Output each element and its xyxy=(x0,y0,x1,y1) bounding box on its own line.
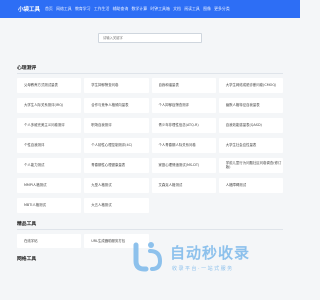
tool-card[interactable]: 大学生人际关系测评(IRQ) xyxy=(17,98,82,113)
nav-item-more[interactable]: 更多分类 xyxy=(214,6,230,12)
nav-item-math[interactable]: 数学计算 xyxy=(132,6,148,12)
tool-card[interactable]: 个性自我测评 xyxy=(17,138,82,153)
tool-card[interactable]: 个人多维完美主义问卷测评 xyxy=(17,118,82,133)
tool-card[interactable]: 职场自我测评 xyxy=(84,118,149,133)
tool-card[interactable]: 幽默人格特征自我量表 xyxy=(218,98,283,113)
nav-item-image[interactable]: 图像 xyxy=(203,6,211,12)
tool-card[interactable]: 个人能力测试 xyxy=(17,158,82,173)
section-divider xyxy=(17,228,283,230)
search-input[interactable] xyxy=(98,33,202,43)
tool-card[interactable]: 合作与竞争人格倾向量表 xyxy=(84,98,149,113)
tool-card[interactable]: MBTI人格测试 xyxy=(17,198,82,213)
watermark-title: 自动秒收录 xyxy=(170,244,251,262)
nav-item-home[interactable]: 首页 xyxy=(45,6,53,12)
tool-card[interactable]: 父母教养方式测试量表 xyxy=(17,78,82,93)
nav-item-education[interactable]: 教育学习 xyxy=(75,6,91,12)
tool-card[interactable]: 人格障碍测试 xyxy=(218,178,283,193)
watermark-subtitle: 收录平台·一站式服务 xyxy=(172,266,234,272)
main-nav: 首页 网络工具 教育学习 工作生活 辅助查询 数学计算 时钟工具箱 文档 阅读工… xyxy=(45,6,233,12)
site-logo[interactable]: 小袋工具 xyxy=(18,5,40,13)
section-divider xyxy=(17,73,283,74)
nav-item-docs[interactable]: 文档 xyxy=(173,6,181,12)
tool-card[interactable]: 家庭心理情绪测试(MS-DT) xyxy=(151,158,216,173)
nav-item-reading[interactable]: 阅读工具 xyxy=(184,6,200,12)
tool-card[interactable]: 个人抑郁症筛查测评 xyxy=(151,98,216,113)
psych-tool-grid: 父母教养方式测试量表 学生抑郁筛查问卷 自我和谐量表 大学生网络成瘾诊断问卷(C… xyxy=(17,78,283,213)
tool-card[interactable]: 自我效能感量表(QASD) xyxy=(218,118,283,133)
tool-card[interactable]: 学前儿童行为问题社区问卷调查(修订版) xyxy=(218,158,283,173)
tool-card[interactable]: 青少年非理性信念(ATQ-R) xyxy=(151,118,216,133)
section-title-featured: 精品工具 xyxy=(17,221,37,227)
tool-card[interactable]: 大学生社会应性量表 xyxy=(218,138,283,153)
tool-card[interactable]: 在线字帖 xyxy=(17,233,82,248)
section-title-psych: 心理测评 xyxy=(17,66,37,71)
tool-card[interactable]: 学生抑郁筛查问卷 xyxy=(84,78,149,93)
tool-card[interactable]: 大学生网络成瘾诊断问卷(CMOQ) xyxy=(218,78,283,93)
main-content: 心理测评 父母教养方式测试量表 学生抑郁筛查问卷 自我和谐量表 大学生网络成瘾诊… xyxy=(17,64,283,264)
watermark: 自动秒收录 收录平台·一站式服务 xyxy=(128,238,288,280)
nav-item-work-life[interactable]: 工作生活 xyxy=(94,6,110,12)
tool-card[interactable]: 个人韧性心理控制测评(4C) xyxy=(84,138,149,153)
tool-card[interactable]: 个人青春期人际关系问卷 xyxy=(151,138,216,153)
nav-item-query[interactable]: 辅助查询 xyxy=(113,6,129,12)
search-hero xyxy=(0,18,300,60)
nav-item-clock[interactable]: 时钟工具箱 xyxy=(150,6,169,12)
tool-card[interactable]: 自我和谐量表 xyxy=(151,78,216,93)
tool-card[interactable]: 九型人格测试 xyxy=(84,178,149,193)
watermark-logo-icon xyxy=(133,242,163,272)
top-navigation-bar: 小袋工具 首页 网络工具 教育学习 工作生活 辅助查询 数学计算 时钟工具箱 文… xyxy=(0,0,300,18)
tool-card[interactable]: 青春期性心理健康量表 xyxy=(84,158,149,173)
tool-card[interactable]: MMPI人格测试 xyxy=(17,178,82,193)
nav-item-network-tools[interactable]: 网络工具 xyxy=(56,6,72,12)
tool-card[interactable]: 艾森克人格测试 xyxy=(151,178,216,193)
tool-card[interactable]: 大五人格测试 xyxy=(84,198,149,213)
